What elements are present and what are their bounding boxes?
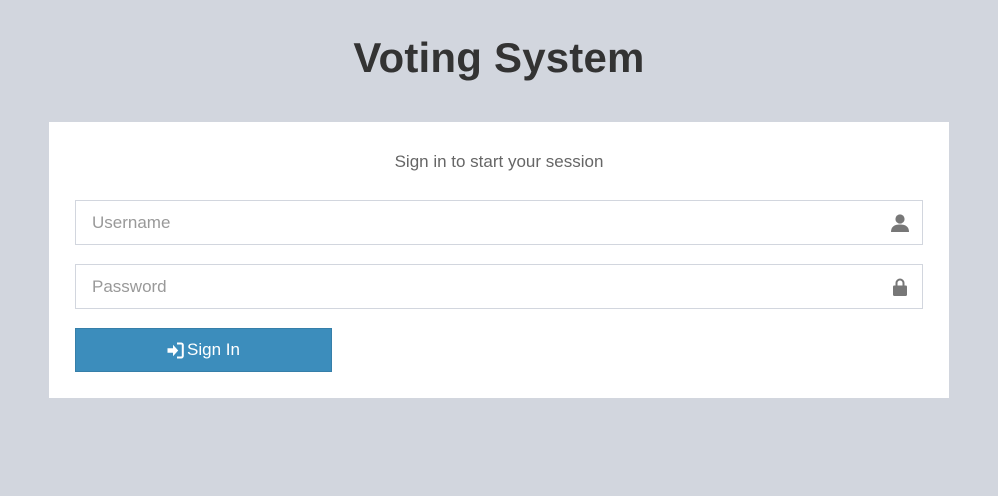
sign-in-label: Sign In	[187, 340, 240, 359]
password-field	[75, 264, 923, 309]
sign-in-button[interactable]: Sign In	[75, 328, 332, 372]
login-box: Sign in to start your session Sign In	[49, 122, 949, 398]
app-title: Voting System	[353, 34, 645, 81]
password-input[interactable]	[76, 265, 892, 308]
login-message: Sign in to start your session	[394, 152, 604, 171]
username-input[interactable]	[76, 201, 892, 244]
lock-icon	[890, 277, 910, 297]
sign-in-icon	[167, 342, 184, 359]
user-icon	[890, 213, 910, 233]
username-field	[75, 200, 923, 245]
